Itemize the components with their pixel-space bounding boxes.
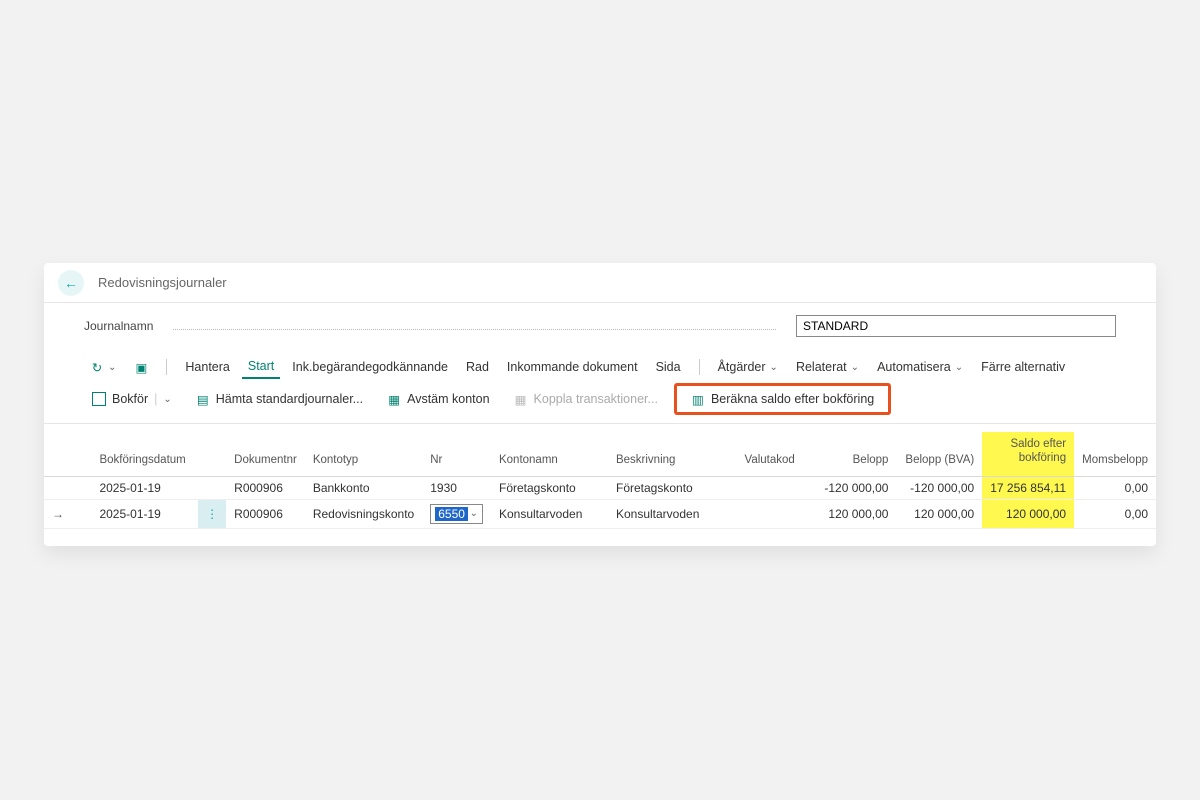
cell-momsbelopp[interactable]: 0,00 (1074, 499, 1156, 528)
col-valutakod[interactable]: Valutakod (737, 432, 811, 476)
cell-belopp-bva[interactable]: 120 000,00 (896, 499, 982, 528)
download-journal-icon: ▤ (196, 392, 210, 406)
cell-dokumentnr[interactable]: R000906 (226, 499, 305, 528)
koppla-label: Koppla transaktioner... (534, 392, 658, 406)
fewer-options[interactable]: Färre alternativ (975, 356, 1071, 378)
reconcile-icon: ▦ (387, 392, 401, 406)
cell-bokforingsdatum[interactable]: 2025-01-19 (91, 476, 198, 499)
nr-selected-value: 6550 (435, 507, 468, 521)
col-belopp-bva[interactable]: Belopp (BVA) (896, 432, 982, 476)
chevron-down-icon: ⌄ (770, 362, 778, 373)
tab-inkbegar[interactable]: Ink.begärandegodkännande (286, 356, 454, 378)
row-menu-button[interactable]: ⋮ (198, 499, 226, 528)
journal-name-label: Journalnamn (84, 319, 153, 333)
back-button[interactable]: ← (58, 270, 84, 296)
chevron-down-icon: ⌄ (108, 362, 116, 373)
ribbon-actions: Bokför | ⌄ ▤ Hämta standardjournaler... … (44, 379, 1156, 424)
arrow-left-icon: ← (64, 275, 78, 291)
active-row-arrow-icon: → (44, 499, 72, 528)
col-saldo-efter[interactable]: Saldo efter bokföring (982, 432, 1074, 476)
koppla-trans-button: ▦ Koppla transaktioner... (506, 388, 666, 410)
hamta-label: Hämta standardjournaler... (216, 392, 363, 406)
journal-name-row: Journalnamn (44, 303, 1156, 349)
menu-relaterat-label: Relaterat (796, 360, 847, 374)
bokfor-label: Bokför (112, 392, 148, 406)
grid-wrap: Bokföringsdatum Dokumentnr Kontotyp Nr K… (44, 424, 1156, 546)
avstam-label: Avstäm konton (407, 392, 489, 406)
cell-belopp-bva[interactable]: -120 000,00 (896, 476, 982, 499)
menu-automatisera-label: Automatisera (877, 360, 951, 374)
open-in-new-icon-button[interactable]: ▣ (128, 356, 154, 378)
cell-saldo-efter: 120 000,00 (982, 499, 1074, 528)
cell-kontotyp[interactable]: Bankkonto (305, 476, 422, 499)
journal-grid: Bokföringsdatum Dokumentnr Kontotyp Nr K… (44, 432, 1156, 546)
col-momsbelopp[interactable]: Momsbelopp (1074, 432, 1156, 476)
table-row[interactable]: → 2025-01-19 ⋮ R000906 Redovisningskonto… (44, 499, 1156, 528)
cell-beskrivning[interactable]: Företagskonto (608, 476, 737, 499)
ribbon-tabs: ↻ ⌄ ▣ Hantera Start Ink.begärandegodkänn… (44, 349, 1156, 379)
table-row[interactable]: 2025-01-19 R000906 Bankkonto 1930 Företa… (44, 476, 1156, 499)
refresh-menu[interactable]: ↻ ⌄ (84, 356, 122, 378)
col-dokumentnr[interactable]: Dokumentnr (226, 432, 305, 476)
menu-relaterat[interactable]: Relaterat ⌄ (790, 356, 865, 378)
berakna-label: Beräkna saldo efter bokföring (711, 392, 874, 406)
menu-automatisera[interactable]: Automatisera ⌄ (871, 356, 969, 378)
col-beskrivning[interactable]: Beskrivning (608, 432, 737, 476)
col-kontonamn[interactable]: Kontonamn (491, 432, 608, 476)
page-title: Redovisningsjournaler (98, 275, 227, 290)
calculate-icon: ▥ (691, 392, 705, 406)
cell-saldo-efter: 17 256 854,11 (982, 476, 1074, 499)
cell-belopp[interactable]: 120 000,00 (811, 499, 897, 528)
cell-dokumentnr[interactable]: R000906 (226, 476, 305, 499)
tab-rad[interactable]: Rad (460, 356, 495, 378)
cell-valutakod[interactable] (737, 499, 811, 528)
grid-header-row: Bokföringsdatum Dokumentnr Kontotyp Nr K… (44, 432, 1156, 476)
col-belopp[interactable]: Belopp (811, 432, 897, 476)
avstam-konton-button[interactable]: ▦ Avstäm konton (379, 388, 497, 410)
hamta-standard-button[interactable]: ▤ Hämta standardjournaler... (188, 388, 371, 410)
cell-belopp[interactable]: -120 000,00 (811, 476, 897, 499)
chevron-down-icon[interactable]: ⌄ (470, 508, 478, 519)
cell-bokforingsdatum[interactable]: 2025-01-19 (91, 499, 198, 528)
apply-entries-icon: ▦ (514, 392, 528, 406)
tab-inkdok[interactable]: Inkommande dokument (501, 356, 644, 378)
menu-atgarder-label: Åtgärder (718, 360, 766, 374)
chevron-down-icon: ⌄ (955, 362, 963, 373)
journal-name-input[interactable] (796, 315, 1116, 337)
berakna-saldo-button[interactable]: ▥ Beräkna saldo efter bokföring (683, 388, 882, 410)
cell-beskrivning[interactable]: Konsultarvoden (608, 499, 737, 528)
berakna-highlight: ▥ Beräkna saldo efter bokföring (674, 383, 891, 415)
cell-nr-editor[interactable]: 6550 ⌄ (422, 499, 491, 528)
cell-momsbelopp[interactable]: 0,00 (1074, 476, 1156, 499)
col-kontotyp[interactable]: Kontotyp (305, 432, 422, 476)
page-header: ← Redovisningsjournaler (44, 263, 1156, 303)
cell-valutakod[interactable] (737, 476, 811, 499)
refresh-icon: ↻ (90, 360, 104, 374)
dotted-fill (173, 322, 776, 330)
cell-nr[interactable]: 1930 (422, 476, 491, 499)
tab-sida[interactable]: Sida (650, 356, 687, 378)
chevron-down-icon: ⌄ (851, 362, 859, 373)
bokfor-button[interactable]: Bokför | ⌄ (84, 388, 180, 410)
open-in-new-icon: ▣ (134, 360, 148, 374)
cell-kontotyp[interactable]: Redovisningskonto (305, 499, 422, 528)
empty-row (44, 528, 1156, 546)
tab-start[interactable]: Start (242, 355, 280, 379)
separator (166, 359, 167, 375)
col-nr[interactable]: Nr (422, 432, 491, 476)
cell-kontonamn[interactable]: Företagskonto (491, 476, 608, 499)
chevron-down-icon: ⌄ (163, 394, 171, 405)
separator (699, 359, 700, 375)
menu-atgarder[interactable]: Åtgärder ⌄ (712, 356, 784, 378)
post-icon (92, 392, 106, 406)
journal-card: ← Redovisningsjournaler Journalnamn ↻ ⌄ … (44, 263, 1156, 546)
tab-hantera[interactable]: Hantera (179, 356, 235, 378)
col-bokforingsdatum[interactable]: Bokföringsdatum (91, 432, 198, 476)
cell-kontonamn[interactable]: Konsultarvoden (491, 499, 608, 528)
